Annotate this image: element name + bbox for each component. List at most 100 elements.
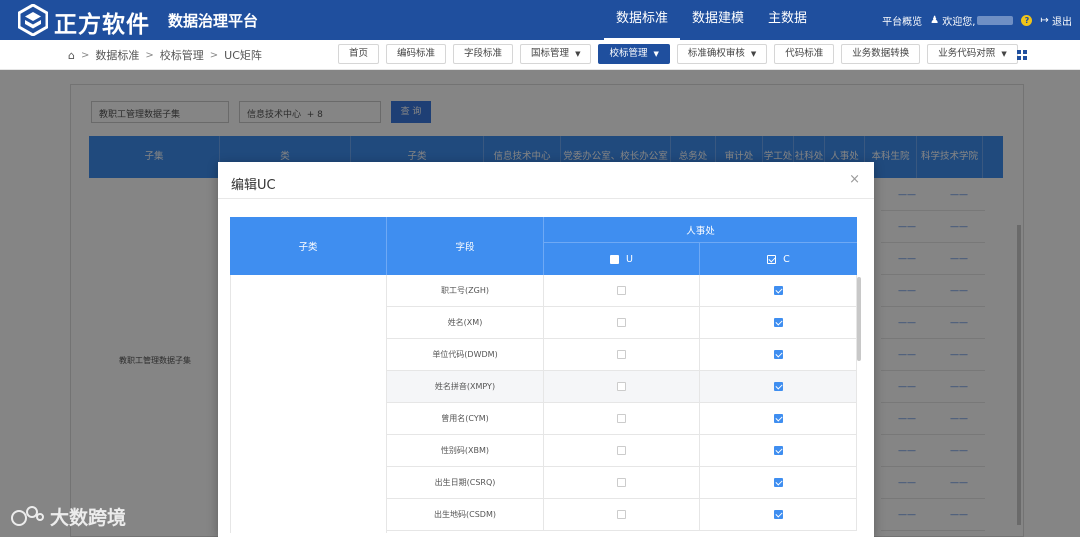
breadcrumb-current: UC矩阵	[224, 49, 262, 62]
field-name: 姓名拼音(XMPY)	[387, 371, 544, 402]
watermark-logo-icon	[11, 505, 44, 526]
u-cell	[544, 403, 700, 434]
header-dept: 人事处	[544, 217, 857, 243]
subnav-label: 标准确权审核	[687, 48, 745, 59]
breadcrumb-item[interactable]: 数据标准	[95, 47, 139, 63]
sub-toolbar: ⌂ > 数据标准 > 校标管理 > UC矩阵 首页 编码标准 字段标准 国标管理 ▼ 校标…	[0, 40, 1080, 70]
logout-icon: ↦	[1040, 14, 1049, 26]
chevron-right-icon: >	[145, 49, 154, 61]
subnav-button[interactable]: 字段标准	[453, 44, 514, 64]
breadcrumb-item[interactable]: 校标管理	[160, 47, 204, 63]
logo-icon	[18, 4, 48, 36]
chevron-right-icon: >	[209, 49, 219, 61]
sub-nav: 首页 编码标准 字段标准 国标管理 ▼ 校标管理 ▼ 标准确权审核 ▼ 代码标准 业务数据转换 业务代…	[338, 44, 1025, 66]
subnav-button[interactable]: 业务代码对照 ▼	[927, 44, 1018, 64]
header-subclass: 子类	[230, 217, 387, 275]
platform-overview-link[interactable]: 平台概览	[882, 13, 922, 28]
field-name: 出生日期(CSRQ)	[387, 467, 544, 498]
c-checkbox[interactable]	[773, 446, 783, 455]
caret-down-icon: ▼	[575, 50, 581, 58]
u-checkbox[interactable]	[617, 286, 626, 295]
subnav-button[interactable]: 业务数据转换	[841, 44, 921, 64]
nav-data-standard[interactable]: 数据标准	[604, 0, 681, 40]
field-name: 姓名(XM)	[387, 307, 544, 338]
divider	[218, 198, 874, 199]
close-icon[interactable]: ×	[849, 172, 860, 187]
table-row: 出生日期(CSRQ)	[387, 467, 857, 499]
nav-data-modeling[interactable]: 数据建模	[680, 0, 756, 40]
u-checkbox[interactable]	[617, 478, 626, 487]
c-cell	[700, 275, 857, 306]
u-cell	[544, 467, 700, 498]
u-cell	[544, 307, 700, 338]
field-name: 曾用名(CYM)	[387, 403, 544, 434]
table-row: 职工号(ZGH)	[387, 275, 857, 307]
c-checkbox[interactable]	[773, 382, 783, 391]
u-cell	[544, 275, 700, 306]
c-checkbox[interactable]	[773, 478, 783, 487]
caret-down-icon: ▼	[1001, 50, 1007, 58]
subnav-label: 代码标准	[785, 48, 824, 59]
u-checkbox[interactable]	[617, 414, 626, 423]
subnav-label: 编码标准	[397, 48, 436, 59]
subnav-button[interactable]: 国标管理 ▼	[520, 44, 592, 64]
subnav-button[interactable]: 标准确权审核 ▼	[676, 44, 768, 64]
u-checkbox[interactable]	[617, 446, 626, 455]
subnav-button[interactable]: 编码标准	[386, 44, 447, 64]
select-all-c-checkbox[interactable]	[767, 254, 777, 264]
c-checkbox[interactable]	[773, 510, 783, 519]
select-all-u-checkbox[interactable]	[610, 254, 620, 264]
subnav-label: 业务代码对照	[938, 48, 996, 59]
subclass-cell	[230, 275, 387, 533]
subnav-label: 国标管理	[531, 48, 570, 59]
subnav-label: 字段标准	[464, 48, 503, 59]
u-checkbox[interactable]	[617, 510, 626, 519]
header-u-label: U	[626, 253, 633, 265]
u-checkbox[interactable]	[617, 350, 626, 359]
uc-table-header: 子类 字段 人事处 U C	[230, 217, 857, 275]
platform-name: 数据治理平台	[168, 12, 259, 30]
nav-master-data[interactable]: 主数据	[756, 0, 819, 40]
caret-down-icon: ▼	[750, 50, 757, 58]
u-cell	[544, 435, 700, 466]
u-checkbox[interactable]	[617, 382, 626, 391]
table-row: 姓名(XM)	[387, 307, 857, 339]
c-checkbox[interactable]	[773, 350, 783, 359]
subnav-label: 校标管理	[609, 48, 648, 59]
edit-uc-dialog: 编辑UC × 子类 字段 人事处 U C 职工号(ZGH) 姓名(XM) 单位代码(…	[218, 162, 874, 537]
header-c-label: C	[783, 253, 790, 265]
watermark-text: 大数跨境	[50, 507, 127, 529]
header-u-column[interactable]: U	[544, 243, 700, 275]
home-icon[interactable]: ⌂	[68, 49, 75, 62]
chevron-right-icon: >	[80, 49, 90, 61]
welcome-text: 欢迎您,	[942, 16, 976, 28]
help-button[interactable]: ?	[1021, 14, 1033, 26]
c-cell	[700, 499, 857, 530]
dialog-title: 编辑UC	[231, 178, 276, 193]
u-checkbox[interactable]	[617, 318, 626, 327]
dialog-scrollbar[interactable]	[857, 277, 861, 361]
field-name: 出生地码(CSDM)	[387, 499, 544, 530]
uc-edit-table: 子类 字段 人事处 U C 职工号(ZGH) 姓名(XM) 单位代码(DWDM) 姓名…	[230, 217, 857, 533]
user-icon: ♟	[930, 14, 940, 26]
logout-button[interactable]: ↦ 退出	[1040, 13, 1072, 28]
field-name: 性别码(XBM)	[387, 435, 544, 466]
apps-grid-icon[interactable]	[1017, 50, 1027, 60]
user-menu[interactable]: ♟ 欢迎您,	[930, 13, 1014, 28]
watermark: 大数跨境	[10, 503, 126, 530]
header-c-column[interactable]: C	[700, 243, 857, 275]
subnav-button[interactable]: 校标管理 ▼	[598, 44, 670, 64]
subnav-button[interactable]: 代码标准	[774, 44, 835, 64]
u-cell	[544, 371, 700, 402]
c-checkbox[interactable]	[773, 286, 783, 295]
table-row: 性别码(XBM)	[387, 435, 857, 467]
breadcrumb: ⌂ > 数据标准 > 校标管理 > UC矩阵	[68, 40, 262, 70]
table-row: 姓名拼音(XMPY)	[387, 371, 857, 403]
c-checkbox[interactable]	[773, 414, 783, 423]
field-name: 职工号(ZGH)	[387, 275, 544, 306]
top-nav: 数据标准 数据建模 主数据	[604, 0, 819, 40]
subnav-button[interactable]: 首页	[338, 44, 380, 64]
c-checkbox[interactable]	[773, 318, 783, 327]
top-header: 正方软件 数据治理平台 数据标准 数据建模 主数据 平台概览 ♟ 欢迎您, ? …	[0, 0, 1080, 40]
help-icon: ?	[1021, 14, 1033, 26]
